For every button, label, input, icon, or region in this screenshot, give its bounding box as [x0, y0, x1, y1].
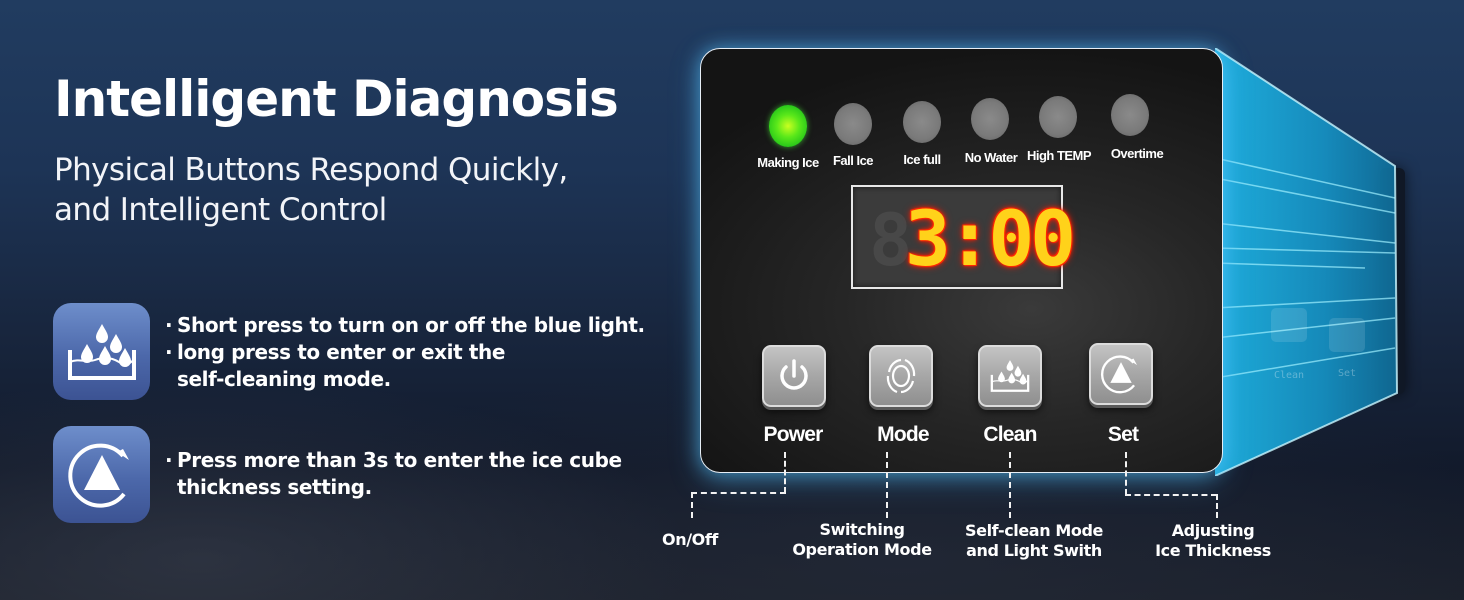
- bullet-dot: ·: [165, 340, 173, 364]
- indicator-no-water-led: [971, 98, 1009, 140]
- bullet-text: Short press to turn on or off the blue l…: [177, 313, 645, 337]
- callout-text: Self-clean Mode: [965, 521, 1103, 540]
- device-side-glow: Clean Set: [1215, 48, 1399, 476]
- power-button-label: Power: [763, 423, 823, 446]
- page-title: Intelligent Diagnosis: [54, 70, 619, 128]
- clean-button[interactable]: [978, 345, 1042, 407]
- feature-bullet: · Short press to turn on or off the blue …: [165, 312, 645, 339]
- indicator-making-ice-led: [769, 105, 807, 147]
- power-callout: On/Off: [662, 530, 718, 550]
- set-feature-tile: [53, 426, 150, 523]
- callout-text: Ice Thickness: [1155, 541, 1271, 560]
- callout-text: Operation Mode: [792, 540, 932, 559]
- indicator-no-water-label: No Water: [964, 150, 1018, 165]
- set-callout: Adjusting Ice Thickness: [1155, 521, 1271, 561]
- callout-text: and Light Swith: [966, 541, 1102, 560]
- subtitle-line: Physical Buttons Respond Quickly,: [54, 152, 568, 188]
- control-panel: Making Ice Fall Ice Ice full No Water Hi…: [700, 48, 1223, 473]
- clean-feature-tile: [53, 303, 150, 400]
- power-button[interactable]: [762, 345, 826, 407]
- indicator-ice-full-label: Ice full: [903, 152, 941, 167]
- clean-button-label: Clean: [983, 423, 1037, 446]
- page-subtitle: Physical Buttons Respond Quickly, and In…: [54, 150, 674, 230]
- mode-callout: Switching Operation Mode: [792, 520, 932, 560]
- callout-text: Switching: [819, 520, 905, 539]
- indicator-overtime-label: Overtime: [1110, 146, 1164, 161]
- mode-button[interactable]: [869, 345, 933, 407]
- reflection-label: Set: [1338, 368, 1356, 379]
- callout-line-set: [1125, 452, 1127, 495]
- callout-text: On/Off: [662, 530, 718, 549]
- callout-line-clean: [1009, 452, 1011, 518]
- indicator-high-temp-label: High TEMP: [1026, 148, 1092, 163]
- callout-line-mode: [886, 452, 888, 518]
- subtitle-line: and Intelligent Control: [54, 192, 387, 228]
- feature-bullet: · long press to enter or exit the: [165, 339, 645, 366]
- callout-line-power: [691, 492, 693, 518]
- feature-bullet: · Press more than 3s to enter the ice cub…: [165, 447, 622, 474]
- bullet-dot: ·: [165, 448, 173, 472]
- callout-line-power: [784, 452, 786, 493]
- mode-button-label: Mode: [877, 423, 929, 446]
- indicator-ice-full-led: [903, 101, 941, 143]
- display-time-value: 3:00: [905, 194, 1076, 283]
- indicator-fall-ice-label: Fall Ice: [832, 153, 874, 168]
- indicator-making-ice-label: Making Ice: [757, 155, 819, 170]
- time-display: 8 3:00: [851, 185, 1076, 289]
- bullet-text-continued: self-cleaning mode.: [177, 367, 391, 391]
- clean-basin-drops-icon: [67, 323, 136, 380]
- clean-basin-drops-icon: [990, 360, 1030, 392]
- bullet-dot: ·: [165, 313, 173, 337]
- set-triangle-rotate-icon: [67, 443, 129, 508]
- bullet-text: long press to enter or exit the: [177, 340, 506, 364]
- callout-line-set: [1216, 494, 1218, 518]
- reflection-label: Clean: [1274, 370, 1304, 381]
- power-icon: [780, 359, 808, 390]
- set-button-label: Set: [1107, 423, 1139, 446]
- set-feature-description: · Press more than 3s to enter the ice cub…: [165, 447, 622, 501]
- bullet-text: Press more than 3s to enter the ice cube: [177, 448, 622, 472]
- indicator-overtime-led: [1111, 94, 1149, 136]
- bullet-text-continued: thickness setting.: [177, 475, 372, 499]
- indicator-fall-ice-led: [834, 103, 872, 145]
- indicator-high-temp-led: [1039, 96, 1077, 138]
- set-triangle-rotate-icon: [1101, 355, 1138, 394]
- clean-feature-description: · Short press to turn on or off the blue …: [165, 312, 645, 393]
- set-button[interactable]: [1089, 343, 1153, 405]
- clean-callout: Self-clean Mode and Light Swith: [965, 521, 1103, 561]
- callout-line-set: [1125, 494, 1217, 496]
- callout-text: Adjusting: [1171, 521, 1255, 540]
- callout-line-power: [691, 492, 786, 494]
- mode-cycle-icon: [886, 358, 916, 394]
